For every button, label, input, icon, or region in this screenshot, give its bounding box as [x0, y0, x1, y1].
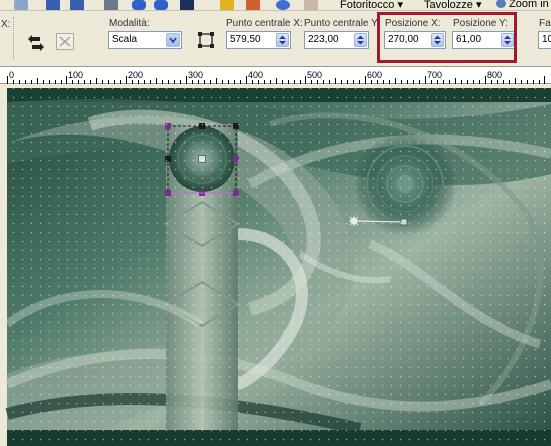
save-icon[interactable]: [46, 0, 60, 10]
menu-fotoritocco[interactable]: Fotoritocco ▾: [340, 0, 403, 11]
ruler-label-400: 400: [248, 70, 264, 80]
save-as-icon[interactable]: [70, 0, 84, 10]
ruler-label-100: 100: [68, 70, 84, 80]
info-icon[interactable]: [276, 0, 290, 10]
undo-icon[interactable]: [132, 0, 146, 10]
menu-zoom[interactable]: Zoom in: [496, 0, 549, 10]
menu-fotoritocco-label: Fotoritocco: [340, 0, 395, 11]
center-y-field[interactable]: 223,00: [304, 31, 369, 49]
spin-arrows-icon[interactable]: [276, 33, 289, 47]
menu-tavolozze-label: Tavolozze: [424, 0, 473, 11]
print-icon[interactable]: [104, 0, 118, 10]
eraser-icon[interactable]: [304, 0, 318, 10]
image-icon[interactable]: [220, 0, 234, 10]
center-x-value: 579,50: [230, 34, 261, 45]
horizontal-ruler: 0 100 200 300 400 500 600 700 800: [0, 66, 551, 84]
paint-icon[interactable]: [14, 0, 28, 10]
canvas-artwork: [0, 84, 551, 446]
ruler-label-0: 0: [9, 70, 15, 80]
truncated-right-field[interactable]: 10: [538, 31, 551, 49]
zoom-icon: [496, 0, 506, 8]
image-canvas[interactable]: [0, 84, 551, 446]
browse-icon[interactable]: [180, 0, 194, 10]
redo-icon[interactable]: [154, 0, 168, 10]
standard-toolbar: Fotoritocco ▾ Tavolozze ▾ Zoom in: [0, 0, 551, 11]
truncated-right-value: 10: [542, 34, 551, 45]
reset-icon[interactable]: [56, 33, 74, 50]
truncated-left-label: X:: [1, 19, 11, 30]
flip-icon[interactable]: [26, 33, 46, 51]
ruler-label-500: 500: [307, 70, 323, 80]
mode-select[interactable]: Scala: [108, 31, 182, 49]
center-x-field[interactable]: 579,50: [226, 31, 291, 49]
menu-tavolozze[interactable]: Tavolozze ▾: [424, 0, 482, 11]
center-y-value: 223,00: [308, 34, 339, 45]
ruler-label-200: 200: [128, 70, 144, 80]
palette-icon[interactable]: [246, 0, 260, 10]
center-y-label: Punto centrale Y:: [304, 18, 380, 29]
mode-label: Modalità:: [109, 18, 150, 29]
center-x-label: Punto centrale X:: [226, 18, 303, 29]
position-highlight-box: [377, 12, 517, 63]
mode-value: Scala: [112, 34, 138, 45]
menu-zoom-label: Zoom in: [509, 0, 549, 10]
truncated-right-label: Fat: [539, 18, 551, 29]
ruler-label-600: 600: [367, 70, 383, 80]
chevron-down-icon[interactable]: [166, 33, 180, 47]
ruler-label-800: 800: [487, 70, 503, 80]
spin-arrows-icon[interactable]: [354, 33, 367, 47]
grip-separator: [13, 17, 16, 59]
selection-frame-icon[interactable]: [197, 31, 215, 49]
ruler-label-700: 700: [427, 70, 443, 80]
ruler-label-300: 300: [188, 70, 204, 80]
